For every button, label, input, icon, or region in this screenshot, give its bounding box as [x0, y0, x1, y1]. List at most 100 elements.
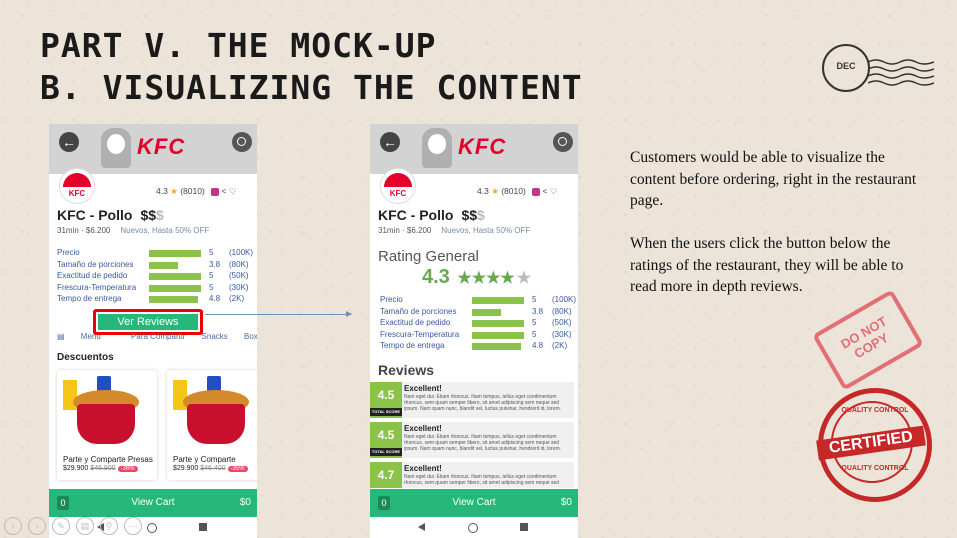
rating-general-label: Rating General — [378, 248, 479, 265]
phone-screen-reviews: ← KFC KFC 4.3 ★ (8010) < ♡ KFC - Pollo $$… — [370, 124, 578, 538]
instagram-icon[interactable] — [532, 187, 541, 196]
review-card[interactable]: 4.7 Excellent! Nam eget dui. Etiam rhonc… — [370, 462, 574, 488]
delivery-info: 31min · $6.200 Nuevos, Hasta 50% OFF — [378, 226, 531, 235]
nav-home-icon[interactable] — [468, 523, 478, 533]
rating-value: 5 — [209, 282, 214, 292]
nav-recents-icon[interactable] — [520, 523, 528, 531]
tab-boxes[interactable]: Boxes — [244, 332, 257, 341]
instagram-icon[interactable] — [211, 187, 220, 196]
rating-breakdown: Precio 5 (100K) Tamaño de porciones 3.8 (80K)… — [57, 248, 257, 306]
rating-bar — [472, 343, 521, 350]
rating-bar — [149, 284, 201, 292]
rating-row: Tamaño de porciones 3.8 (80K) — [380, 307, 576, 319]
rating-count: (30K) — [229, 282, 249, 292]
restaurant-name: KFC - Pollo $$$ — [378, 207, 485, 223]
phone-screen-restaurant: ← KFC KFC 4.3 ★ (8010) < ♡ KFC - Pollo $$… — [49, 124, 257, 538]
rating-count: (80K) — [552, 306, 572, 316]
rating-bar — [472, 297, 524, 304]
rating-row: Precio 5 (100K) — [380, 295, 576, 307]
rating-row: Tempo de entrega 4.8 (2K) — [380, 341, 576, 353]
delivery-info: 31min · $6.200 Nuevos, Hasta 50% OFF — [57, 226, 210, 235]
rating-bar — [472, 308, 501, 316]
review-card[interactable]: 4.5 TOTAL SCORE Excellent! Nam eget dui. … — [370, 382, 574, 418]
rating-bar — [149, 261, 178, 269]
tab-snacks[interactable]: Snacks — [202, 332, 228, 341]
rating-count: (100K) — [552, 295, 577, 304]
rating-row: Exactitud de pedido 5 (50K) — [57, 271, 257, 283]
rating-label: Frescura-Temperatura — [57, 282, 137, 292]
search-icon[interactable] — [232, 132, 252, 152]
next-slide-icon[interactable]: › — [28, 517, 46, 535]
description-paragraph-1: Customers would be able to visualize the… — [630, 149, 917, 209]
rating-value: 3.8 — [532, 306, 544, 316]
product-card[interactable]: Parte y Comparte $29.900 $46.400 -35% — [167, 370, 257, 480]
menu-tabs: ▤ Menu Para Compartir Snacks Boxes — [57, 332, 257, 341]
rating-value: 5 — [532, 295, 537, 304]
view-cart-button[interactable]: 0 View Cart $0 — [49, 489, 257, 517]
rating-label: Tempo de entrega — [380, 341, 445, 350]
rating-label: Frescura-Temperatura — [380, 329, 460, 339]
rating-count: (100K) — [229, 248, 254, 257]
reviews-title: Reviews — [378, 362, 435, 378]
back-arrow-icon[interactable]: ← — [380, 132, 400, 152]
restaurant-logo: KFC — [59, 168, 95, 204]
nav-recents-icon[interactable] — [199, 523, 207, 531]
zoom-icon[interactable]: ⚲ — [100, 517, 118, 535]
rating-count: (50K) — [552, 318, 572, 327]
prev-slide-icon[interactable]: ‹ — [4, 517, 22, 535]
rating-row: Exactitud de pedido 5 (50K) — [380, 318, 576, 330]
rating-bar — [149, 296, 198, 303]
rating-label: Exactitud de pedido — [57, 271, 128, 280]
rating-count: (2K) — [229, 294, 245, 303]
restaurant-banner: ← KFC — [49, 124, 257, 174]
section-title: Descuentos — [57, 352, 114, 363]
rating-value: 4.8 — [532, 341, 544, 350]
rating-value: 5 — [209, 271, 214, 280]
rating-label: Tamaño de porciones — [380, 306, 457, 316]
rating-general-value: 4.3 ★★★★ ★ — [422, 266, 532, 288]
android-nav-bar — [370, 517, 578, 538]
rating-row: Frescura-Temperatura 5 (30K) — [57, 283, 257, 295]
rating-label: Precio — [380, 295, 403, 304]
tab-para-compartir[interactable]: Para Compartir — [131, 332, 185, 341]
rating-label: Exactitud de pedido — [380, 318, 451, 327]
description-paragraph-2: When the users click the button below th… — [630, 235, 904, 295]
slide-title-line1: PART V. THE MOCK-UP — [40, 26, 437, 65]
flow-arrow — [205, 311, 352, 317]
tab-menu[interactable]: ▤ Menu — [57, 332, 115, 341]
slides-icon[interactable]: ▤ — [76, 517, 94, 535]
rating-label: Precio — [57, 248, 80, 257]
heart-icon[interactable]: ♡ — [550, 186, 558, 196]
rating-label: Tamaño de porciones — [57, 259, 134, 269]
review-card[interactable]: 4.5 TOTAL SCORE Excellent! Nam eget dui. … — [370, 422, 574, 458]
nav-back-icon[interactable] — [418, 523, 425, 531]
rating-value: 3.8 — [209, 259, 221, 269]
rating-count: (50K) — [229, 271, 249, 280]
rating-label: Tempo de entrega — [57, 294, 122, 303]
rating-breakdown: Precio 5 (100K) Tamaño de porciones 3.8 (80K)… — [380, 295, 576, 353]
menu-book-icon: ▤ — [57, 332, 65, 341]
rating-row: Frescura-Temperatura 5 (30K) — [380, 330, 576, 342]
rating-value: 5 — [532, 318, 537, 327]
search-icon[interactable] — [553, 132, 573, 152]
product-card[interactable]: Parte y Comparte Presas $29.900 $46.900 … — [57, 370, 157, 480]
rating-count: (30K) — [552, 329, 572, 339]
certified-stamp: QUALITY CONTROL CERTIFIED QUALITY CONTRO… — [816, 388, 932, 502]
rating-bar — [472, 331, 524, 339]
pen-icon[interactable]: ✎ — [52, 517, 70, 535]
postmark-waves-icon — [868, 59, 934, 86]
restaurant-banner: ← KFC — [370, 124, 578, 174]
heart-icon[interactable]: ♡ — [229, 186, 237, 196]
rating-meta: 4.3 ★ (8010) < ♡ — [156, 186, 237, 196]
slide-title-line2: B. VISUALIZING THE CONTENT — [40, 68, 583, 107]
share-icon[interactable]: < — [222, 186, 227, 196]
rating-row: Tempo de entrega 4.8 (2K) — [57, 294, 257, 306]
back-arrow-icon[interactable]: ← — [59, 132, 79, 152]
more-icon[interactable]: ⋯ — [124, 517, 142, 535]
rating-bar — [472, 320, 524, 327]
share-icon[interactable]: < — [543, 186, 548, 196]
rating-count: (80K) — [229, 259, 249, 269]
nav-home-icon[interactable] — [147, 523, 157, 533]
view-cart-button[interactable]: 0 View Cart $0 — [370, 489, 578, 517]
restaurant-name: KFC - Pollo $$$ — [57, 207, 164, 223]
